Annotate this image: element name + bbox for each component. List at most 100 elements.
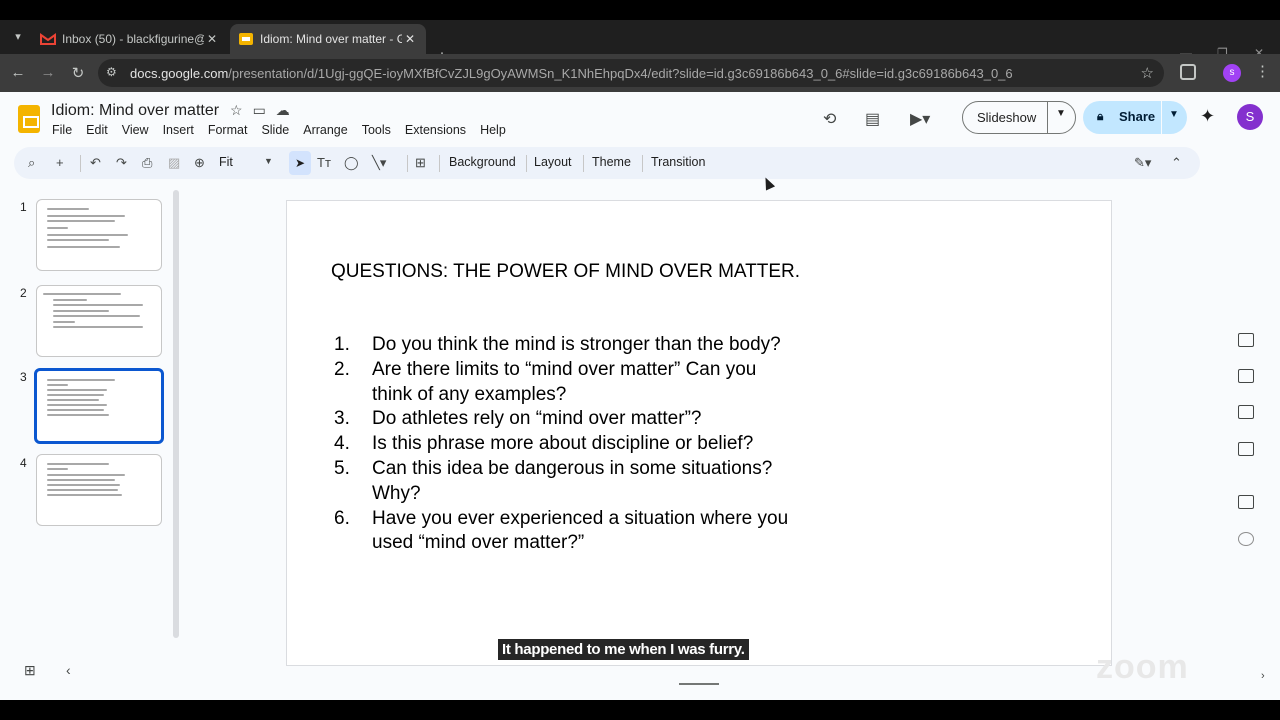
close-tab-icon[interactable]: ✕ xyxy=(204,32,220,46)
extensions-icon[interactable] xyxy=(1180,64,1196,80)
pen-tool-icon[interactable]: ✎▾ xyxy=(1134,155,1151,171)
question-text: Can this idea be dangerous in some situa… xyxy=(372,457,773,504)
record-icon[interactable] xyxy=(1238,532,1254,546)
list-item: 3. Do athletes rely on “mind over matter”… xyxy=(331,407,801,432)
divider xyxy=(1047,102,1048,133)
menu-file[interactable]: File xyxy=(52,123,72,137)
forward-icon[interactable]: → xyxy=(38,64,58,81)
questions-list[interactable]: 1. Do you think the mind is stronger than… xyxy=(331,333,801,556)
theme-button[interactable]: Theme xyxy=(592,155,631,169)
side-panel-toggle-icon[interactable]: › xyxy=(1261,670,1277,686)
url-text[interactable]: docs.google.com/presentation/d/1Ugj-ggQE… xyxy=(130,66,1013,81)
menu-extensions[interactable]: Extensions xyxy=(405,123,466,137)
slides-icon xyxy=(239,33,253,45)
browser-tabstrip: ▾ Inbox (50) - blackfigurine@gma ✕ Idiom… xyxy=(0,20,1280,67)
tab-slides[interactable]: Idiom: Mind over matter - Goog ✕ xyxy=(230,24,426,54)
list-number: 5. xyxy=(334,457,350,479)
browser-menu-icon[interactable]: ⋮ xyxy=(1255,62,1270,80)
slides-logo-icon[interactable] xyxy=(18,105,40,133)
question-text: Do you think the mind is stronger than t… xyxy=(372,334,781,355)
undo-icon[interactable]: ↶ xyxy=(90,155,101,171)
share-button[interactable]: 🔒︎ Share ▼ xyxy=(1083,101,1187,134)
tab-search-icon[interactable]: ▾ xyxy=(8,27,28,47)
search-menus-icon[interactable]: ⌕ xyxy=(28,155,35,171)
list-item: 1. Do you think the mind is stronger than… xyxy=(331,333,801,358)
text-box-icon[interactable]: Tт xyxy=(317,155,331,170)
gemini-icon[interactable]: ✦ xyxy=(1200,106,1215,127)
menu-format[interactable]: Format xyxy=(208,123,248,137)
reload-icon[interactable]: ↻ xyxy=(68,64,88,82)
menu-view[interactable]: View xyxy=(122,123,149,137)
slide-canvas[interactable]: QUESTIONS: THE POWER OF MIND OVER MATTER… xyxy=(286,200,1112,666)
keep-icon[interactable] xyxy=(1238,369,1254,383)
line-icon[interactable]: ╲▾ xyxy=(372,155,386,171)
thumb-text-line xyxy=(47,394,105,396)
cloud-status-icon[interactable]: ☁ xyxy=(276,102,290,119)
menu-tools[interactable]: Tools xyxy=(362,123,391,137)
zoom-dropdown-icon[interactable]: ▼ xyxy=(264,156,273,166)
thumb-text-line xyxy=(47,399,99,401)
list-item: 4. Is this phrase more about discipline o… xyxy=(331,432,801,457)
transition-button[interactable]: Transition xyxy=(651,155,705,169)
new-slide-icon[interactable]: + xyxy=(56,155,64,170)
star-icon[interactable]: ☆ xyxy=(230,102,243,119)
drive-icon[interactable] xyxy=(1238,442,1254,456)
omnibox[interactable]: ⚙ docs.google.com/presentation/d/1Ugj-gg… xyxy=(98,59,1164,87)
thumb-text-line xyxy=(43,293,122,295)
slideshow-button[interactable]: Slideshow ▼ xyxy=(962,101,1076,134)
account-avatar[interactable]: S xyxy=(1237,104,1263,130)
back-icon[interactable]: ← xyxy=(8,64,28,81)
collapse-filmstrip-icon[interactable]: ‹ xyxy=(66,662,71,678)
comment-add-icon[interactable]: ⊞ xyxy=(415,155,426,171)
thumb-text-line xyxy=(47,234,129,236)
menu-help[interactable]: Help xyxy=(480,123,506,137)
slide-thumbnail-4[interactable] xyxy=(36,454,162,526)
tasks-icon[interactable] xyxy=(1238,405,1254,419)
lock-icon: 🔒︎ xyxy=(1097,109,1104,123)
menu-edit[interactable]: Edit xyxy=(86,123,108,137)
list-item: 6. Have you ever experienced a situation … xyxy=(331,507,801,557)
gmail-icon xyxy=(40,33,56,45)
horizontal-scroll-indicator[interactable] xyxy=(679,683,719,685)
thumb-text-line xyxy=(53,310,109,312)
paint-format-icon[interactable]: ▨ xyxy=(168,155,180,171)
slide-title[interactable]: QUESTIONS: THE POWER OF MIND OVER MATTER… xyxy=(331,259,801,284)
zoom-select[interactable]: Fit xyxy=(219,155,233,169)
menu-slide[interactable]: Slide xyxy=(261,123,289,137)
slide-thumbnail-3[interactable] xyxy=(34,368,164,444)
select-tool-icon[interactable]: ➤ xyxy=(289,151,311,175)
calendar-icon[interactable] xyxy=(1238,333,1254,347)
share-dropdown-icon[interactable]: ▼ xyxy=(1169,109,1179,120)
slide-thumbnail-2[interactable] xyxy=(36,285,162,357)
layout-button[interactable]: Layout xyxy=(534,155,572,169)
slideshow-dropdown-icon[interactable]: ▼ xyxy=(1056,108,1066,119)
background-button[interactable]: Background xyxy=(449,155,516,169)
site-info-icon[interactable]: ⚙ xyxy=(106,65,122,81)
slide-thumbnail-1[interactable] xyxy=(36,199,162,271)
thumb-text-line xyxy=(53,299,87,301)
collapse-toolbar-icon[interactable]: ⌃ xyxy=(1171,155,1182,171)
close-tab-icon[interactable]: ✕ xyxy=(402,32,418,46)
tab-gmail[interactable]: Inbox (50) - blackfigurine@gma ✕ xyxy=(32,24,228,54)
menu-bar: File Edit View Insert Format Slide Arran… xyxy=(52,123,520,137)
grid-view-icon[interactable]: ⊞ xyxy=(24,662,36,679)
version-history-icon[interactable]: ⟲ xyxy=(823,109,836,129)
menu-insert[interactable]: Insert xyxy=(163,123,194,137)
print-icon[interactable]: ⎙ xyxy=(142,155,152,171)
move-folder-icon[interactable]: ▭ xyxy=(253,102,266,119)
addon-icon[interactable] xyxy=(1238,495,1254,509)
filmstrip-scrollbar[interactable] xyxy=(173,190,179,638)
comments-icon[interactable]: ▤ xyxy=(865,109,880,129)
menu-arrange[interactable]: Arrange xyxy=(303,123,347,137)
thumb-text-line xyxy=(47,220,115,222)
browser-profile-avatar[interactable]: s xyxy=(1223,64,1241,82)
shape-icon[interactable]: ◯ xyxy=(344,155,359,171)
zoom-icon[interactable]: ⊕ xyxy=(194,155,205,171)
bookmark-star-icon[interactable]: ☆ xyxy=(1141,64,1154,82)
redo-icon[interactable]: ↷ xyxy=(116,155,127,171)
thumb-text-line xyxy=(53,315,141,317)
thumb-text-line xyxy=(47,208,89,210)
zoom-watermark: zoom xyxy=(1096,648,1189,686)
document-title[interactable]: Idiom: Mind over matter xyxy=(51,102,219,120)
meet-video-icon[interactable]: ▶▾ xyxy=(910,109,930,129)
